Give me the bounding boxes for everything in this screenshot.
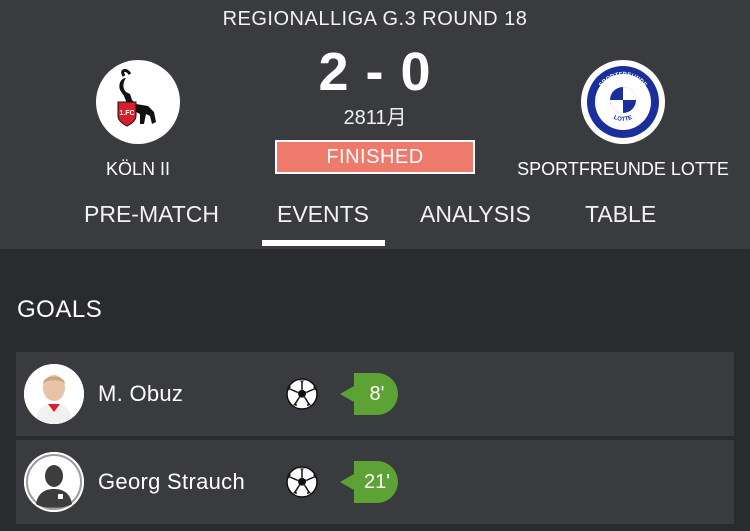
player-avatar: [24, 364, 84, 424]
tab-analysis[interactable]: ANALYSIS: [420, 196, 531, 232]
goal-minute-badge: 8': [340, 373, 400, 415]
default-player-silhouette-icon: [24, 452, 84, 512]
goal-minute-badge: 21': [340, 461, 400, 503]
soccer-ball-icon: [286, 378, 318, 410]
goal-row[interactable]: M. Obuz 8': [16, 352, 734, 436]
goal-row[interactable]: Georg Strauch 21': [16, 440, 734, 524]
tab-table[interactable]: TABLE: [585, 196, 656, 232]
goal-minute: 8': [369, 383, 385, 405]
status-badge: FINISHED: [275, 140, 475, 174]
tab-events[interactable]: EVENTS: [277, 196, 369, 232]
away-team-name[interactable]: SPORTFREUNDE LOTTE: [512, 159, 734, 180]
active-tab-indicator: [262, 240, 385, 246]
goal-scorer-name: M. Obuz: [98, 381, 184, 406]
match-header: REGIONALLIGA G.3 ROUND 18 1.FC KÖLN II 2…: [0, 0, 750, 249]
player-avatar: [24, 452, 84, 512]
tab-pre-match[interactable]: PRE-MATCH: [84, 196, 219, 232]
away-team-logo[interactable]: SPORTFREUNDE LOTTE: [581, 60, 665, 144]
home-team-name[interactable]: KÖLN II: [68, 159, 208, 180]
goal-minute: 21': [363, 471, 391, 493]
player-photo-icon: [24, 364, 84, 424]
sportfreunde-lotte-crest-icon: SPORTFREUNDE LOTTE: [583, 62, 663, 142]
goal-scorer-name: Georg Strauch: [98, 469, 245, 494]
goals-section-title: GOALS: [17, 296, 103, 323]
soccer-ball-icon: [286, 466, 318, 498]
round-title: REGIONALLIGA G.3 ROUND 18: [222, 8, 528, 30]
